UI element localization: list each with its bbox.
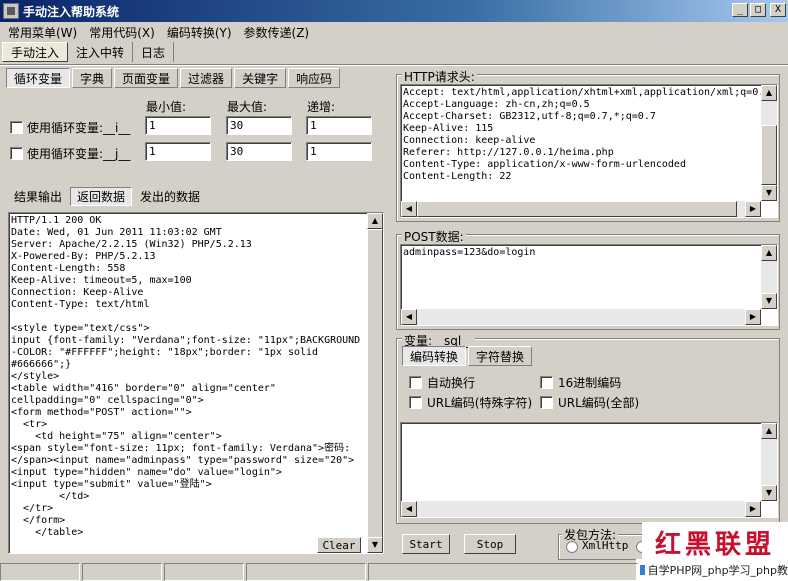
tab-dictionary[interactable]: 字典: [72, 68, 113, 88]
tab-filter[interactable]: 过滤器: [180, 68, 233, 88]
divider: [0, 64, 788, 66]
maximize-button[interactable]: □: [750, 3, 766, 17]
title-bar: 手动注入帮助系统 _ □ X: [0, 0, 788, 22]
hex-encode-checkbox[interactable]: [540, 376, 553, 389]
xmlhttp-radio[interactable]: [566, 541, 578, 553]
auto-wrap-label: 自动换行: [427, 376, 476, 390]
loop-i-checkbox[interactable]: [10, 121, 23, 134]
post-data-title: POST数据:: [402, 228, 466, 245]
tab-log[interactable]: 日志: [133, 42, 175, 62]
scroll-right-icon[interactable]: ▶: [745, 201, 761, 217]
loop-i-min-input[interactable]: [145, 116, 211, 135]
window-controls: _ □ X: [732, 3, 786, 17]
step-label: 递增:: [307, 100, 336, 114]
scroll-up-icon[interactable]: ▲: [367, 213, 383, 229]
menu-common-code[interactable]: 常用代码(X): [85, 24, 163, 41]
variable-hscroll[interactable]: ◀ ▶: [401, 501, 761, 517]
url-encode-all-label: URL编码(全部): [558, 396, 640, 410]
headers-hscroll[interactable]: ◀ ▶: [401, 201, 761, 217]
scroll-down-icon[interactable]: ▼: [761, 185, 777, 201]
post-data-text: adminpass=123&do=login: [403, 247, 536, 258]
menu-params[interactable]: 参数传递(Z): [240, 24, 318, 41]
auto-wrap-checkbox[interactable]: [409, 376, 422, 389]
url-encode-special-label: URL编码(特殊字符): [427, 396, 533, 410]
tab-inject-relay[interactable]: 注入中转: [68, 42, 134, 62]
headers-vscroll[interactable]: ▲ ▼: [761, 85, 777, 201]
watermark-logo: 红黑联盟: [642, 522, 788, 562]
status-cell: [164, 563, 244, 581]
response-textarea[interactable]: HTTP/1.1 200 OK Date: Wed, 01 Jun 2011 1…: [8, 212, 384, 554]
scroll-left-icon[interactable]: ◀: [401, 201, 417, 217]
tab-returned-data[interactable]: 返回数据: [70, 187, 133, 206]
tab-response-code[interactable]: 响应码: [288, 68, 341, 88]
max-label: 最大值:: [227, 100, 268, 114]
scroll-right-icon[interactable]: ▶: [745, 501, 761, 517]
http-headers-title: HTTP请求头:: [402, 68, 477, 85]
start-button[interactable]: Start: [402, 534, 450, 554]
loop-i-max-input[interactable]: [226, 116, 292, 135]
scroll-thumb[interactable]: [761, 125, 777, 185]
tab-char-replace[interactable]: 字符替换: [468, 346, 533, 366]
tab-result-output[interactable]: 结果输出: [8, 187, 68, 206]
tab-sent-data[interactable]: 发出的数据: [134, 187, 206, 206]
scroll-up-icon[interactable]: ▲: [761, 423, 777, 439]
response-scrollbar[interactable]: ▲ ▼: [367, 213, 383, 553]
close-button[interactable]: X: [770, 3, 786, 17]
tab-page-vars[interactable]: 页面变量: [114, 68, 179, 88]
status-cell: [246, 563, 366, 581]
tab-encode-convert[interactable]: 编码转换: [402, 346, 467, 366]
scroll-down-icon[interactable]: ▼: [367, 537, 383, 553]
menu-common[interactable]: 常用菜单(W): [4, 24, 85, 41]
scroll-down-icon[interactable]: ▼: [761, 485, 777, 501]
loop-j-max-input[interactable]: [226, 142, 292, 161]
variable-textarea[interactable]: ▲ ▼ ◀ ▶: [400, 422, 778, 518]
minimize-button[interactable]: _: [732, 3, 748, 17]
scroll-up-icon[interactable]: ▲: [761, 85, 777, 101]
response-text: HTTP/1.1 200 OK Date: Wed, 01 Jun 2011 1…: [11, 215, 361, 538]
clear-button[interactable]: Clear: [317, 537, 361, 553]
loop-j-step-input[interactable]: [306, 142, 372, 161]
menu-bar: 常用菜单(W) 常用代码(X) 编码转换(Y) 参数传递(Z): [0, 22, 788, 42]
hex-encode-label: 16进制编码: [558, 376, 622, 390]
tab-manual-inject[interactable]: 手动注入: [2, 42, 69, 62]
variable-tabs: 编码转换 字符替换: [402, 346, 533, 366]
status-cell: [82, 563, 162, 581]
scroll-right-icon[interactable]: ▶: [745, 309, 761, 325]
tab-keyword[interactable]: 关键字: [234, 68, 287, 88]
min-label: 最小值:: [146, 100, 187, 114]
stop-button[interactable]: Stop: [464, 534, 516, 554]
status-bar: [0, 563, 788, 581]
app-icon: [3, 3, 19, 19]
status-cell: [368, 563, 638, 581]
loop-i-label: 使用循环变量:__i__: [27, 121, 131, 135]
post-data-textarea[interactable]: adminpass=123&do=login ▲ ▼ ◀ ▶: [400, 244, 778, 326]
loop-tabs: 循环变量 字典 页面变量 过滤器 关键字 响应码: [6, 68, 341, 88]
http-headers-textarea[interactable]: Accept: text/html,application/xhtml+xml,…: [400, 84, 778, 218]
http-headers-text: Accept: text/html,application/xhtml+xml,…: [403, 87, 765, 182]
loop-j-label: 使用循环变量:__j__: [27, 147, 131, 161]
url-encode-all-checkbox[interactable]: [540, 396, 553, 409]
url-encode-special-checkbox[interactable]: [409, 396, 422, 409]
post-hscroll[interactable]: ◀ ▶: [401, 309, 761, 325]
scroll-left-icon[interactable]: ◀: [401, 501, 417, 517]
loop-j-min-input[interactable]: [145, 142, 211, 161]
variable-vscroll[interactable]: ▲ ▼: [761, 423, 777, 501]
tab-loop-vars[interactable]: 循环变量: [6, 68, 71, 88]
menu-encoding[interactable]: 编码转换(Y): [163, 24, 240, 41]
status-cell: [0, 563, 80, 581]
scroll-thumb[interactable]: [417, 201, 737, 217]
xmlhttp-label: XmlHttp: [582, 539, 629, 552]
watermark-text: 红黑联盟: [654, 529, 775, 560]
scroll-up-icon[interactable]: ▲: [761, 245, 777, 261]
window-title: 手动注入帮助系统: [23, 4, 120, 19]
loop-i-step-input[interactable]: [306, 116, 372, 135]
post-vscroll[interactable]: ▲ ▼: [761, 245, 777, 309]
main-tabs: 手动注入 注入中转 日志: [2, 42, 175, 64]
scroll-down-icon[interactable]: ▼: [761, 293, 777, 309]
scroll-left-icon[interactable]: ◀: [401, 309, 417, 325]
result-tabs: 结果输出 返回数据 发出的数据: [8, 187, 206, 206]
loop-j-checkbox[interactable]: [10, 147, 23, 160]
scroll-thumb[interactable]: [367, 229, 383, 539]
